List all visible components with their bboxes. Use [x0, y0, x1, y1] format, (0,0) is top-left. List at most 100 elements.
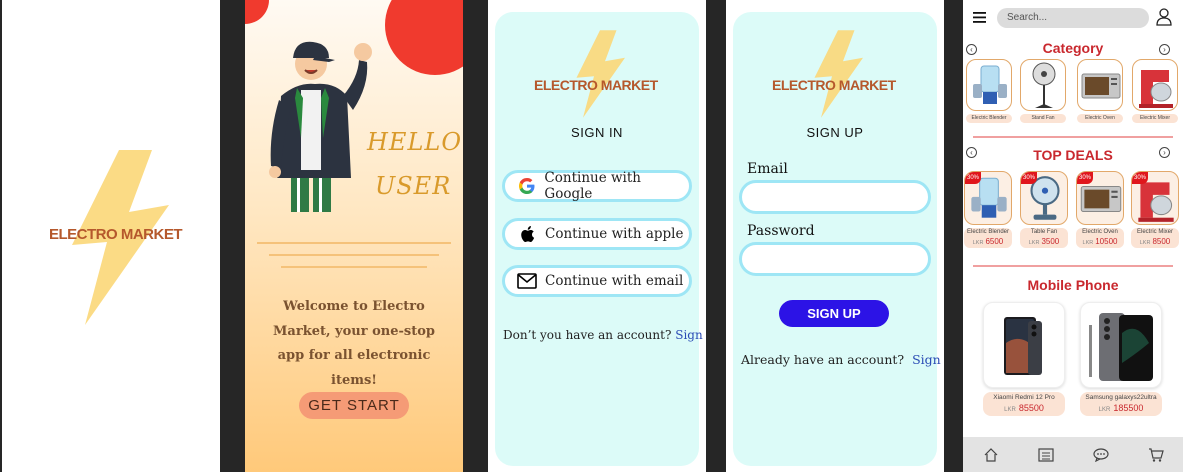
- apple-label: Continue with apple: [545, 226, 684, 242]
- blender-icon: 30%: [964, 171, 1012, 225]
- mobile-title: Mobile Phone: [1027, 277, 1119, 293]
- search-input[interactable]: Search...: [997, 8, 1149, 28]
- deal-info: Electric Blender LKR 6500: [964, 228, 1012, 248]
- decor-circle: [385, 0, 463, 75]
- category-label: Electric Blender: [966, 114, 1012, 123]
- phone-image: [983, 302, 1065, 388]
- deals-title: TOP DEALS: [1033, 147, 1113, 163]
- signup-card: ELECTRO MARKET SIGN UP Email Password SI…: [733, 12, 944, 466]
- category-label: Stand Fan: [1020, 114, 1066, 123]
- currency: LKR: [1098, 407, 1111, 413]
- blender-icon: [966, 59, 1012, 111]
- phone-item[interactable]: Samsung galaxys22ultra LKR 185500: [1080, 302, 1162, 416]
- email-signin-button[interactable]: Continue with email: [502, 265, 692, 297]
- signup-prompt: Don’t you have an account? Sign up: [503, 328, 706, 342]
- top-bar: Search...: [963, 0, 1183, 36]
- deal-item[interactable]: 30% Electric Blender LKR 6500: [964, 171, 1012, 248]
- deal-name: Table Fan: [1030, 229, 1058, 235]
- price-value: 85500: [1018, 403, 1044, 413]
- get-start-button[interactable]: GET START: [299, 392, 409, 419]
- deals-next-arrow-icon[interactable]: ›: [1159, 147, 1170, 158]
- deal-name: Electric Mixer: [1136, 229, 1173, 235]
- mixer-icon: 30%: [1131, 171, 1179, 225]
- signup-button[interactable]: SIGN UP: [779, 300, 889, 327]
- phone-item[interactable]: Xiaomi Redmi 12 Pro LKR 85500: [983, 302, 1065, 416]
- apple-icon: [517, 224, 537, 244]
- shop-home-screen: Search... ‹ Category › Electric Blender: [963, 0, 1183, 472]
- apple-signin-button[interactable]: Continue with apple: [502, 218, 692, 250]
- category-item[interactable]: Stand Fan: [1020, 59, 1066, 123]
- deal-item[interactable]: 30% Electric Mixer LKR 8500: [1131, 171, 1179, 248]
- brand-name: ELECTRO MARKET: [534, 77, 658, 93]
- brand-name: ELECTRO MARKET: [49, 226, 183, 243]
- page-title: SIGN IN: [571, 125, 623, 140]
- no-account-text: Don’t you have an account?: [503, 328, 672, 342]
- currency: LKR: [972, 240, 984, 246]
- signin-screen: ELECTRO MARKET SIGN IN Continue with Goo…: [488, 0, 706, 472]
- phone-info: Xiaomi Redmi 12 Pro LKR 85500: [983, 392, 1065, 416]
- google-signin-button[interactable]: Continue with Google: [502, 170, 692, 202]
- deal-item[interactable]: 30% Electric Oven LKR 10500: [1076, 171, 1124, 248]
- password-field[interactable]: [739, 242, 931, 276]
- signin-prompt: Already have an account? Sign In: [741, 352, 944, 367]
- splash-screen: ELECTRO MARKET: [2, 0, 220, 472]
- category-label: Electric Oven: [1077, 114, 1123, 123]
- category-item[interactable]: Electric Mixer: [1132, 59, 1178, 123]
- bolt-logo-icon: [576, 30, 625, 118]
- oven-icon: [1077, 59, 1123, 111]
- signup-link[interactable]: Sign up: [675, 328, 706, 342]
- category-item[interactable]: Electric Blender: [966, 59, 1012, 123]
- oven-icon: 30%: [1076, 171, 1124, 225]
- phone-price: LKR 85500: [983, 403, 1065, 416]
- divider: [281, 266, 427, 268]
- discount-badge: 30%: [965, 172, 981, 184]
- welcome-text: Welcome to Electro Market, your one-stop…: [273, 299, 435, 388]
- currency: LKR: [1082, 240, 1094, 246]
- price-value: 185500: [1113, 403, 1144, 413]
- deal-name: Electric Blender: [966, 229, 1010, 235]
- currency: LKR: [1004, 407, 1016, 413]
- chat-icon[interactable]: [1091, 445, 1111, 465]
- list-icon[interactable]: [1036, 445, 1056, 465]
- cart-icon[interactable]: [1146, 445, 1166, 465]
- phone-name: Xiaomi Redmi 12 Pro: [993, 394, 1055, 401]
- mixer-icon: [1132, 59, 1178, 111]
- deal-item[interactable]: 30% Table Fan LKR 3500: [1020, 171, 1068, 248]
- discount-badge: 30%: [1021, 172, 1037, 184]
- deal-name: Electric Oven: [1082, 229, 1118, 235]
- deal-price: LKR 8500: [1131, 237, 1179, 248]
- category-item[interactable]: Electric Oven: [1077, 59, 1123, 123]
- deal-info: Electric Oven LKR 10500: [1076, 228, 1124, 248]
- signup-screen: ELECTRO MARKET SIGN UP Email Password SI…: [726, 0, 944, 472]
- discount-badge: 30%: [1132, 172, 1148, 184]
- hello-line1: HELLO: [367, 128, 462, 156]
- deal-info: Table Fan LKR 3500: [1020, 228, 1068, 248]
- category-label: Electric Mixer: [1132, 114, 1178, 123]
- category-next-arrow-icon[interactable]: ›: [1159, 44, 1170, 55]
- deal-price: LKR 10500: [1076, 237, 1124, 248]
- mail-icon: [517, 271, 537, 291]
- decor-circle: [245, 0, 269, 24]
- fan-icon: 30%: [1020, 171, 1068, 225]
- email-field-label: Email: [747, 161, 788, 177]
- onboarding-screen: HELLO USER Welcome to Electro Market, yo…: [245, 0, 463, 472]
- category-title: Category: [1042, 40, 1104, 56]
- brand-name: ELECTRO MARKET: [772, 77, 896, 93]
- google-icon: [517, 176, 536, 196]
- section-divider: [973, 136, 1173, 138]
- currency: LKR: [1139, 240, 1151, 246]
- signin-card: ELECTRO MARKET SIGN IN Continue with Goo…: [495, 12, 706, 466]
- email-field[interactable]: [739, 180, 931, 214]
- have-account-text: Already have an account?: [741, 352, 905, 367]
- google-label: Continue with Google: [544, 170, 641, 202]
- fan-icon: [1020, 59, 1066, 111]
- menu-icon[interactable]: [973, 12, 986, 23]
- phone-info: Samsung galaxys22ultra LKR 185500: [1080, 392, 1162, 416]
- user-icon[interactable]: [1156, 8, 1172, 26]
- divider: [269, 254, 439, 256]
- deal-price: LKR 3500: [1020, 237, 1068, 248]
- price-value: 8500: [1152, 237, 1171, 246]
- deal-info: Electric Mixer LKR 8500: [1131, 228, 1179, 248]
- signin-link[interactable]: Sign In: [912, 352, 944, 367]
- home-icon[interactable]: [981, 445, 1001, 465]
